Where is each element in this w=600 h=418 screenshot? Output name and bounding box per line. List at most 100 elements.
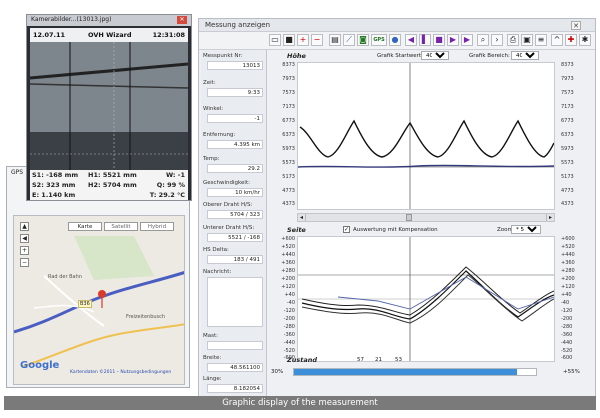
map-view[interactable]: ▲ ◀ + − Karte Satellit Hybrid Rad der Ba…: [13, 215, 185, 385]
tick-label: +280: [281, 268, 295, 274]
camera-date: 12.07.11: [33, 31, 66, 39]
zoom-in-icon[interactable]: +: [20, 246, 29, 255]
gps-icon[interactable]: GPS: [371, 34, 387, 46]
stat-q: Q: 99 %: [156, 181, 185, 189]
camera-icon[interactable]: ◙: [357, 34, 369, 46]
disk-icon[interactable]: ▣: [521, 34, 533, 46]
stat-w: W: -1: [165, 171, 185, 179]
list-icon[interactable]: ≡: [535, 34, 547, 46]
field-label: Zeit:: [203, 80, 216, 86]
zustand-value: 21: [375, 357, 382, 363]
info-panel: Messpunkt Nr: 13013 Zeit: 9:33 Winkel: -…: [201, 50, 267, 397]
scroll-right-icon[interactable]: ▸: [546, 214, 554, 221]
tick-label: 8373: [282, 62, 295, 68]
tick-label: 4773: [561, 188, 574, 194]
tick-label: -440: [561, 340, 573, 346]
folder-icon[interactable]: ▭: [269, 34, 281, 46]
next-icon[interactable]: ▶: [447, 34, 459, 46]
tick-label: 6773: [282, 118, 295, 124]
print-icon[interactable]: ⎙: [507, 34, 519, 46]
tick-label: 5973: [561, 146, 574, 152]
road-label: B36: [78, 300, 92, 308]
tick-label: 5173: [282, 174, 295, 180]
stop-icon[interactable]: ■: [433, 34, 445, 46]
field-label: Oberer Draht H/S:: [203, 202, 253, 208]
tick-label: +600: [561, 236, 575, 242]
zustand-label: Zustand: [287, 356, 317, 364]
tick-label: 5173: [561, 174, 574, 180]
field-value: 4.395 km: [207, 140, 263, 149]
field-label: Länge:: [203, 376, 222, 382]
figure-caption: Graphic display of the measurement: [4, 396, 596, 410]
pan-up-icon[interactable]: ▲: [20, 222, 29, 231]
pan-left-icon[interactable]: ◀: [20, 234, 29, 243]
map-attribution[interactable]: Kartendaten ©2011 – Nutzungsbedingungen: [70, 370, 171, 375]
save-icon[interactable]: ■: [283, 34, 295, 46]
tick-label: +600: [281, 236, 295, 242]
field-label: Nachricht:: [203, 269, 232, 275]
zoom-select[interactable]: * 5: [511, 225, 541, 234]
camera-app: OVH Wizard: [88, 31, 132, 39]
close-icon[interactable]: ✕: [177, 16, 187, 24]
camera-titlebar: Kamerabilder...(13013.jpg) ✕: [27, 15, 191, 26]
minus-icon[interactable]: −: [311, 34, 323, 46]
map-tab-karte[interactable]: Karte: [68, 222, 102, 231]
map-tab-hybrid[interactable]: Hybrid: [140, 222, 174, 231]
compensation-label: Auswertung mit Kompensation: [353, 227, 438, 233]
slider-thumb[interactable]: [406, 214, 412, 221]
message-box: [207, 277, 263, 327]
start-label: Grafik Startwert:: [377, 53, 423, 59]
zustand-right-pct: +55%: [563, 369, 580, 375]
stat-h2: H2: 5704 mm: [88, 181, 137, 189]
plus-icon[interactable]: +: [297, 34, 309, 46]
tick-label: 7573: [561, 90, 574, 96]
stat-s2: S2: 323 mm: [32, 181, 76, 189]
document-icon[interactable]: ▤: [329, 34, 341, 46]
window-title: Messung anzeigen: [205, 21, 271, 29]
tick-label: -120: [283, 308, 295, 314]
settings-icon[interactable]: ✱: [579, 34, 591, 46]
zoom-out-icon[interactable]: −: [20, 258, 29, 267]
field-value: 10 km/hr: [207, 188, 263, 197]
map-place-label: Rad der Bahn: [48, 274, 82, 280]
chart-icon[interactable]: ⟋: [343, 34, 355, 46]
tick-label: +520: [281, 244, 295, 250]
camera-title: Kamerabilder...(13013.jpg): [31, 16, 112, 23]
camera-window: Kamerabilder...(13013.jpg) ✕ 12.07.11 OV…: [26, 14, 192, 201]
open-icon[interactable]: ›: [491, 34, 503, 46]
tick-label: -440: [283, 340, 295, 346]
zoom-icon[interactable]: ⌕: [477, 34, 489, 46]
cross-icon[interactable]: ✚: [565, 34, 577, 46]
first-icon[interactable]: ◀: [405, 34, 417, 46]
compensation-checkbox[interactable]: ✓: [343, 226, 350, 233]
tick-label: -520: [561, 348, 573, 354]
tick-label: -280: [283, 324, 295, 330]
last-icon[interactable]: ▶: [461, 34, 473, 46]
scroll-left-icon[interactable]: ◂: [298, 214, 306, 221]
position-slider[interactable]: ◂ ▸: [297, 213, 555, 222]
tick-label: 5573: [561, 160, 574, 166]
field-label: Unterer Draht H/S:: [203, 225, 255, 231]
start-select[interactable]: 4000: [421, 51, 449, 60]
seite-right-axis: +600 +520 +440 +360 +280 +200 +120 +40 -…: [557, 236, 593, 362]
up-icon[interactable]: ^: [551, 34, 563, 46]
prev-icon[interactable]: ▌: [419, 34, 431, 46]
camera-stats: S1: -168 mm H1: 5521 mm W: -1 S2: 323 mm…: [30, 170, 188, 200]
seite-left-axis: +600 +520 +440 +360 +280 +200 +120 +40 -…: [269, 236, 297, 362]
tick-label: -520: [283, 348, 295, 354]
field-label: Mast:: [203, 333, 218, 339]
map-tab-satellit[interactable]: Satellit: [104, 222, 138, 231]
tick-label: +280: [561, 268, 575, 274]
field-value: 9:33: [207, 88, 263, 97]
hoehe-chart: [297, 62, 555, 210]
tick-label: +200: [561, 276, 575, 282]
tick-label: 7973: [282, 76, 295, 82]
globe-icon[interactable]: ●: [389, 34, 401, 46]
tick-label: 7973: [561, 76, 574, 82]
tick-label: +360: [281, 260, 295, 266]
tick-label: 6773: [561, 118, 574, 124]
tick-label: +200: [281, 276, 295, 282]
close-icon[interactable]: ✕: [571, 21, 581, 30]
range-select[interactable]: 4000: [511, 51, 539, 60]
field-label: Winkel:: [203, 106, 224, 112]
